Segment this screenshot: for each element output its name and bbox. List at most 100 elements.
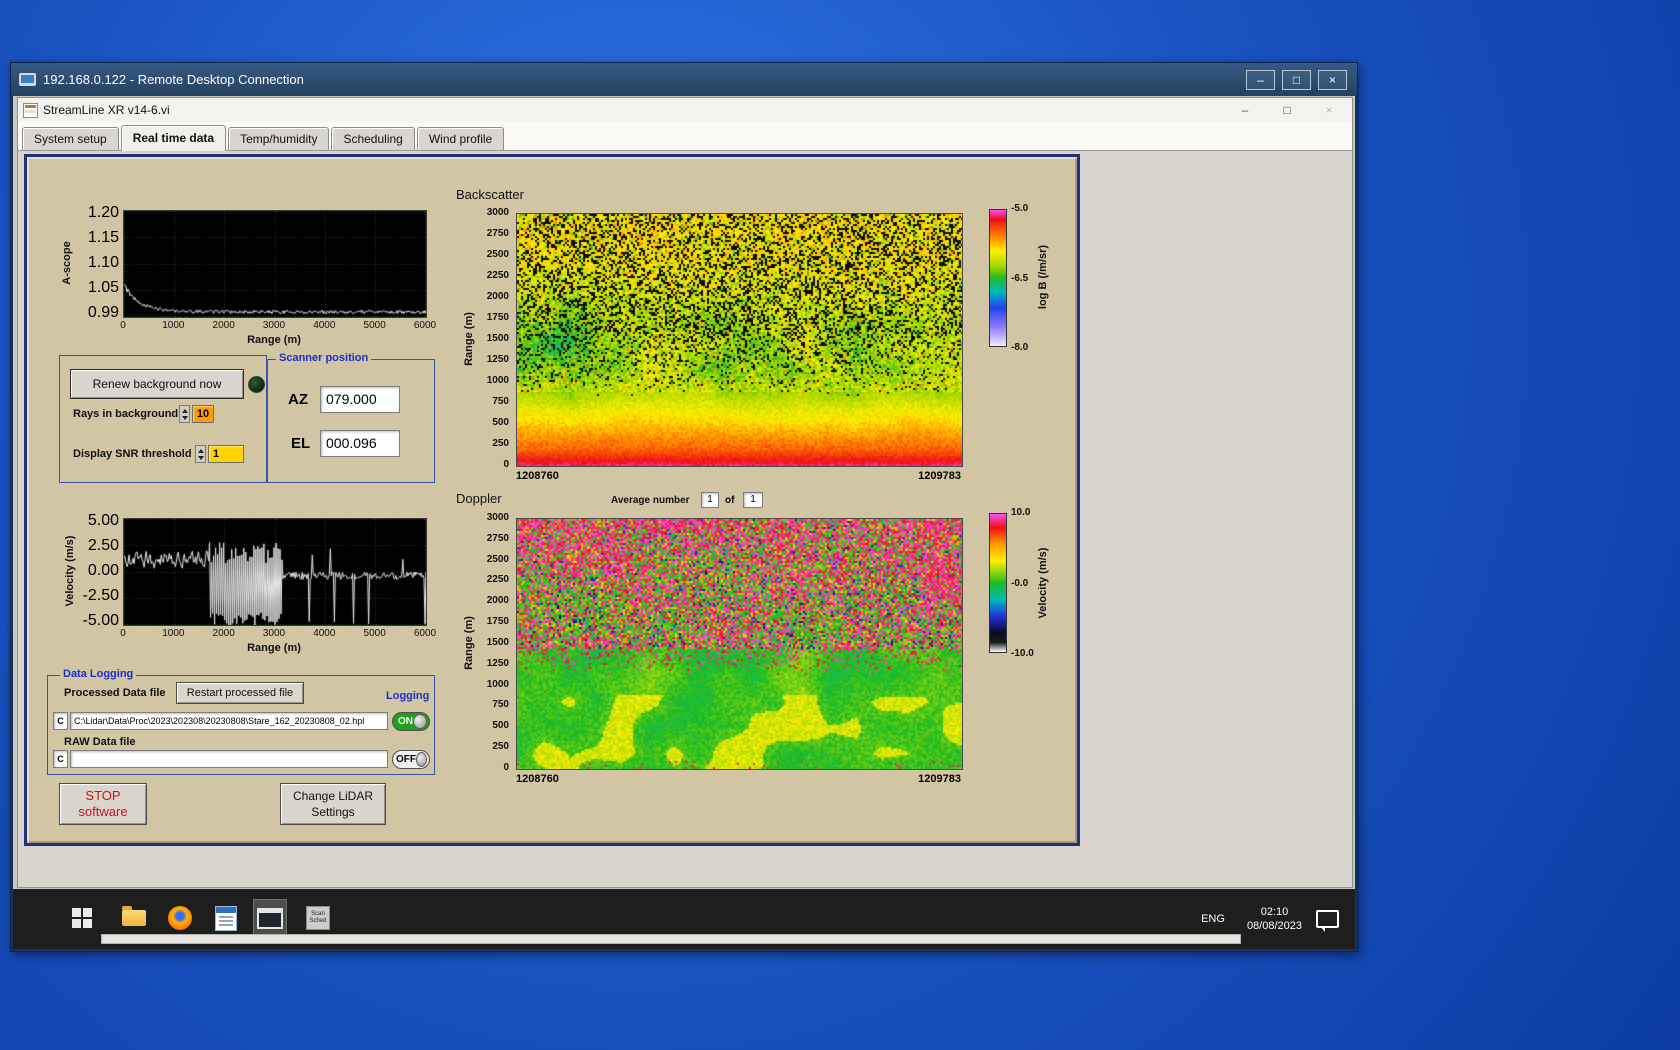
backscatter-x-axis: 1208760 1209783: [516, 470, 961, 482]
doppler-x-axis: 1208760 1209783: [516, 773, 961, 785]
file-explorer-icon[interactable]: [117, 899, 151, 937]
tick-label: 3000: [262, 628, 286, 639]
tick-label: 3000: [262, 320, 286, 331]
start-button[interactable]: [65, 899, 99, 937]
tick-label: 10.0: [1011, 507, 1031, 518]
clock-date: 08/08/2023: [1246, 920, 1302, 932]
processed-data-file-label: Processed Data file: [64, 687, 166, 699]
logging-on-toggle[interactable]: ON: [392, 712, 430, 731]
backscatter-x-start: 1208760: [516, 470, 559, 482]
tab-system-setup[interactable]: System setup: [22, 127, 119, 150]
tick-label: 2750: [486, 532, 509, 544]
tick-label: 1.15: [87, 229, 119, 246]
rdp-window-controls: – □ ×: [1246, 69, 1347, 90]
tick-label: 2000: [486, 595, 509, 607]
tick-label: -0.0: [1011, 577, 1029, 589]
rdp-minimize-button[interactable]: –: [1246, 69, 1275, 90]
tick-label: 6000: [413, 628, 437, 639]
tick-label: 1000: [486, 375, 509, 386]
snr-spinner[interactable]: [195, 445, 206, 463]
tick-label: 6000: [413, 320, 437, 331]
raw-drive-box[interactable]: C: [53, 750, 68, 768]
tick-label: 3000: [486, 512, 509, 523]
data-logging-title: Data Logging: [60, 668, 137, 680]
language-indicator[interactable]: ENG: [1193, 907, 1233, 931]
rdp-titlebar[interactable]: 192.168.0.122 - Remote Desktop Connectio…: [11, 63, 1357, 96]
scan-scheduler-glyph: Scan Sched: [306, 906, 330, 930]
document-icon: [215, 905, 237, 931]
firefox-globe-icon: [168, 906, 192, 930]
tick-label: 750: [492, 396, 509, 407]
tick-label: 750: [492, 699, 509, 711]
renew-background-led: [248, 376, 265, 393]
snr-value-field[interactable]: 1: [208, 445, 244, 463]
backscatter-title: Backscatter: [456, 187, 524, 202]
clock-time: 02:10: [1260, 906, 1289, 918]
remote-session: StreamLine XR v14-6.vi – □ × System setu…: [13, 96, 1355, 949]
change-lidar-settings-button[interactable]: Change LiDAR Settings: [280, 783, 386, 825]
firefox-icon[interactable]: [163, 899, 197, 937]
front-panel: A-scope 1.20 1.15 1.10 1.05 0.99 0 1000 2000 30…: [24, 154, 1080, 846]
app-titlebar[interactable]: StreamLine XR v14-6.vi – □ ×: [18, 98, 1352, 123]
app-close-button[interactable]: ×: [1320, 103, 1338, 117]
tab-real-time-data[interactable]: Real time data: [120, 125, 227, 151]
tab-temp-humidity[interactable]: Temp/humidity: [228, 127, 330, 150]
scan-scheduler-icon[interactable]: Scan Sched: [301, 899, 335, 937]
raw-path-field[interactable]: [70, 750, 388, 768]
ascope-y-axis: 1.20 1.15 1.10 1.05 0.99: [81, 204, 119, 322]
streamline-taskbar-icon[interactable]: [253, 899, 287, 937]
remote-desktop-icon: [19, 73, 36, 86]
data-logging-group: Data Logging Processed Data file Restart…: [47, 668, 435, 775]
tick-label: 2000: [212, 628, 235, 639]
processed-drive-box[interactable]: C: [53, 712, 68, 730]
tick-label: -2.50: [82, 587, 119, 604]
notification-icon[interactable]: [1316, 910, 1339, 932]
vi-icon: [23, 102, 38, 118]
notepad-icon[interactable]: [209, 899, 243, 937]
logging-off-toggle[interactable]: OFF: [392, 750, 430, 769]
tick-label: 500: [492, 417, 509, 428]
app-restore-button[interactable]: □: [1278, 103, 1296, 117]
tick-label: 1.10: [87, 254, 119, 271]
el-value-field[interactable]: 000.096: [320, 430, 400, 457]
tick-label: 2000: [212, 320, 235, 331]
tick-label: 1000: [486, 678, 509, 690]
tick-label: 4000: [313, 320, 336, 331]
tick-label: 4000: [313, 628, 336, 639]
background-controls-group: Renew background now Rays in background …: [59, 355, 267, 483]
average-number-field[interactable]: 1: [701, 492, 719, 508]
az-value-field[interactable]: 079.000: [320, 386, 400, 413]
toggle-knob: [413, 714, 427, 729]
backscatter-y-axis: 3000 2750 2500 2250 2000 1750 1500 1250 1000 750 5…: [473, 207, 509, 471]
average-total-field[interactable]: 1: [743, 492, 763, 508]
tick-label: 5000: [363, 628, 386, 639]
tick-label: -8.0: [1011, 342, 1029, 353]
renew-background-button[interactable]: Renew background now: [70, 369, 244, 399]
tab-wind-profile[interactable]: Wind profile: [416, 127, 505, 150]
taskbar-clock[interactable]: 02:10 08/08/2023: [1247, 905, 1302, 933]
rays-value-field[interactable]: 10: [192, 405, 214, 423]
restart-processed-file-button[interactable]: Restart processed file: [176, 682, 304, 704]
ascope-x-axis: 0 1000 2000 3000 4000 5000 6000: [108, 320, 440, 332]
rays-spinner[interactable]: [179, 405, 190, 423]
stop-software-button[interactable]: STOP software: [59, 783, 147, 825]
tick-label: 2000: [486, 291, 509, 302]
processed-path-field[interactable]: C:\Lidar\Data\Proc\2023\202308\20230808\…: [70, 712, 388, 730]
logging-label: Logging: [386, 690, 430, 702]
tick-label: 1750: [486, 616, 509, 628]
tab-scheduling[interactable]: Scheduling: [331, 127, 415, 150]
average-number-label: Average number: [611, 495, 690, 506]
tab-bar: System setup Real time data Temp/humidit…: [18, 122, 1352, 151]
ascope-y-axis-label: A-scope: [61, 241, 73, 285]
rdp-maximize-button[interactable]: □: [1282, 69, 1311, 90]
doppler-colorbar: [989, 513, 1007, 653]
rdp-close-button[interactable]: ×: [1318, 69, 1347, 90]
tick-label: 1500: [486, 636, 509, 648]
app-minimize-button[interactable]: –: [1236, 103, 1254, 117]
tick-label: 1.20: [87, 204, 119, 221]
tick-label: 0: [120, 628, 126, 639]
tick-label: -10.0: [1011, 648, 1034, 659]
tick-label: 0.00: [87, 562, 119, 579]
tick-label: -5.0: [1011, 203, 1029, 214]
logging-on-label: ON: [398, 716, 413, 727]
